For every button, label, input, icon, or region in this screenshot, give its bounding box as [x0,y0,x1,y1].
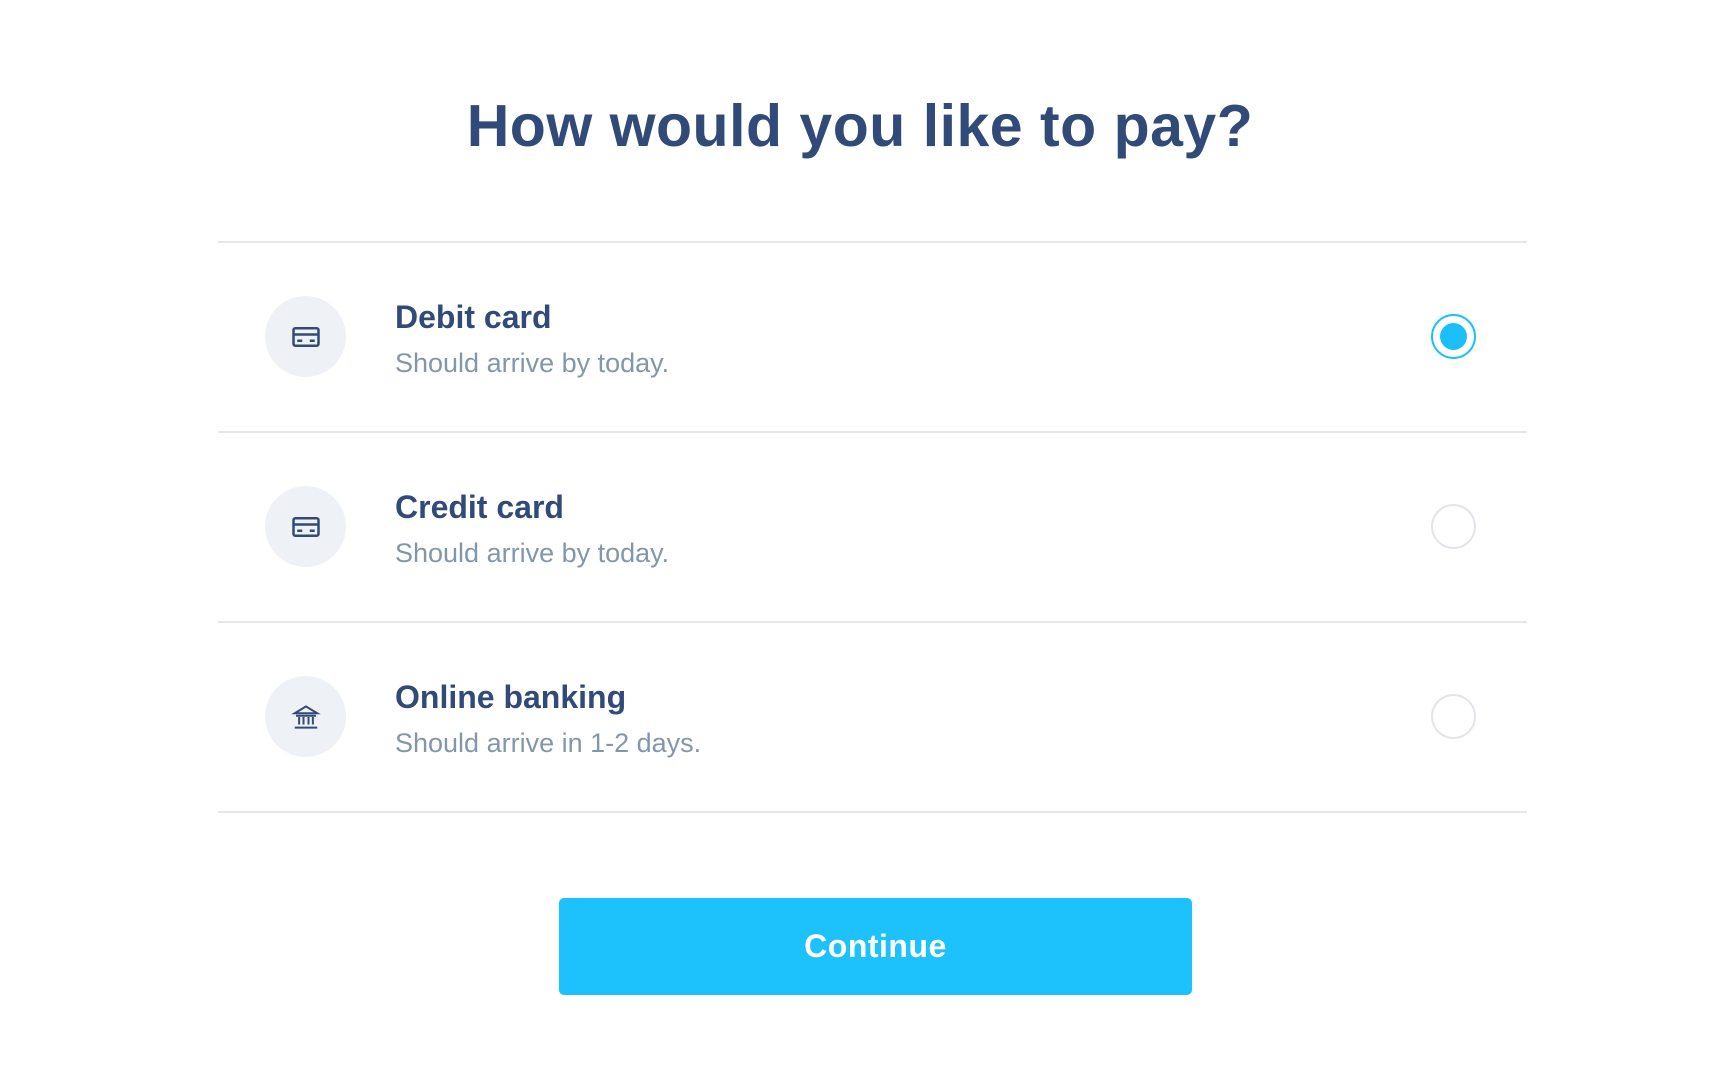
option-title: Online banking [395,679,627,715]
bank-icon [265,676,346,757]
payment-option-online-banking[interactable]: Online banking Should arrive in 1-2 days… [218,623,1527,813]
option-title: Credit card [395,489,564,525]
radio-debit-card[interactable] [1431,314,1476,359]
page-title: How would you like to pay? [466,93,1254,159]
payment-options-list: Debit card Should arrive by today. Credi… [218,241,1527,813]
radio-credit-card[interactable] [1431,504,1476,549]
radio-selected-dot [1440,323,1467,350]
payment-option-debit-card[interactable]: Debit card Should arrive by today. [218,243,1527,433]
payment-option-credit-card[interactable]: Credit card Should arrive by today. [218,433,1527,623]
credit-card-icon [265,296,346,377]
option-subtitle: Should arrive by today. [395,348,670,378]
option-title: Debit card [395,299,552,335]
continue-button[interactable]: Continue [559,898,1192,995]
option-subtitle: Should arrive by today. [395,538,670,568]
credit-card-icon [265,486,346,567]
payment-method-page: How would you like to pay? Debit card Sh… [0,0,1720,1080]
option-subtitle: Should arrive in 1-2 days. [395,728,702,758]
radio-online-banking[interactable] [1431,694,1476,739]
